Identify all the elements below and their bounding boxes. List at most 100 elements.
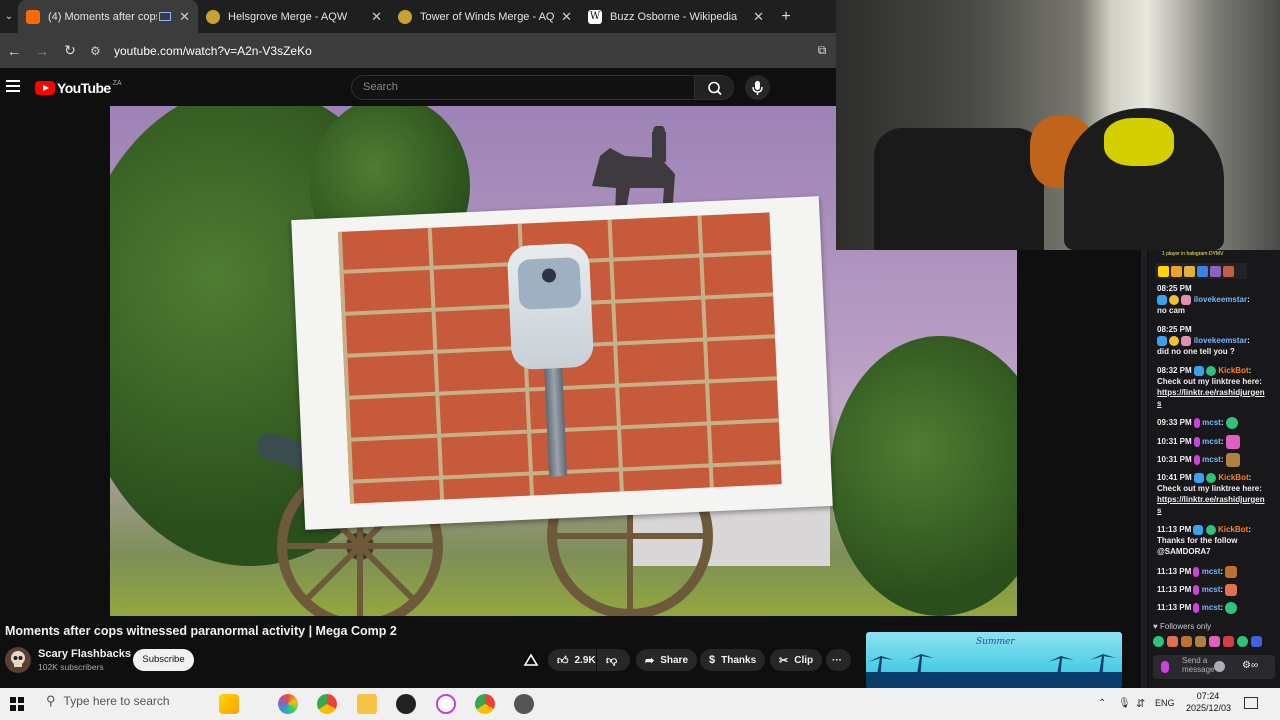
chat-username[interactable]: mcst (1202, 418, 1221, 427)
tab-wikipedia[interactable]: W Buzz Osborne - Wikipedia ✕ (580, 0, 772, 33)
badge-icon (1210, 265, 1221, 277)
search-highlight-icon[interactable] (219, 694, 239, 714)
chat-header: 1 player in halogram-DYMV (1162, 251, 1224, 257)
address-bar-row: ← → ↻ ⚙ youtube.com/watch?v=A2n-V3sZeKo … (0, 33, 836, 68)
show-hidden-icons-icon[interactable]: ⌃ (1098, 698, 1106, 709)
chat-timestamp: 10:41 PM (1157, 473, 1192, 482)
thumbs-down-icon: 👎︎ (606, 654, 618, 667)
badge-icon (1193, 455, 1200, 465)
badge-icon (1193, 365, 1204, 376)
new-tab-button[interactable]: + (772, 8, 800, 26)
scissors-icon: ✂ (779, 654, 789, 667)
clip-button[interactable]: ✂ Clip (770, 649, 823, 671)
emote-icon[interactable] (1237, 636, 1248, 647)
youtube-icon (26, 9, 40, 24)
emote-icon[interactable] (1195, 636, 1206, 647)
network-icon[interactable]: ⇵ (1136, 697, 1145, 710)
obs-icon[interactable] (396, 694, 416, 714)
subscribe-button[interactable]: Subscribe (133, 649, 194, 671)
cast-icon[interactable]: ⧉ (808, 43, 836, 58)
chat-timestamp: 11:13 PM (1157, 567, 1192, 577)
chat-username[interactable]: ilovekeemstar (1194, 295, 1247, 304)
chat-username[interactable]: mcst (1202, 585, 1221, 594)
emote-icon[interactable] (1209, 636, 1220, 647)
tab-helsgrove[interactable]: Helsgrove Merge - AQW ✕ (198, 0, 390, 33)
chat-message: 11:13 PM KickBot: Thanks for the follow … (1157, 524, 1269, 557)
chat-username[interactable]: mcst (1202, 567, 1221, 576)
emoji-picker-icon[interactable] (1214, 661, 1225, 672)
emote-icon[interactable] (1153, 636, 1164, 647)
back-arrow-icon[interactable]: ← (0, 43, 28, 59)
channel-avatar[interactable] (5, 647, 31, 673)
user-badge-icon (1161, 661, 1169, 673)
chat-timestamp: 08:25 PM (1157, 284, 1192, 293)
more-actions-button[interactable]: ··· (826, 649, 851, 671)
dislike-button[interactable]: 👎︎ (597, 649, 630, 671)
share-icon: ➦ (645, 654, 655, 667)
chat-username[interactable]: KickBot (1218, 525, 1248, 534)
webcam-chair (874, 128, 1044, 250)
language-indicator[interactable]: ENG (1155, 698, 1175, 708)
search-input[interactable]: Search (351, 75, 695, 100)
chrome-icon[interactable] (317, 694, 337, 714)
channel-name[interactable]: Scary Flashbacks (38, 648, 131, 660)
file-explorer-icon[interactable] (357, 694, 377, 714)
emote-icon[interactable] (1181, 636, 1192, 647)
badge-icon (1193, 603, 1200, 613)
close-tab-icon[interactable]: ✕ (179, 9, 190, 25)
search-button[interactable] (694, 75, 734, 100)
forward-arrow-icon[interactable]: → (28, 43, 56, 59)
tab-tower-of-winds[interactable]: Tower of Winds Merge - AQW ✕ (390, 0, 580, 33)
site-info-icon[interactable]: ⚙ (90, 44, 108, 58)
like-button[interactable]: 👍︎ 2.9K (548, 649, 596, 671)
chat-message: 10:31 PM mcst: (1157, 435, 1269, 449)
thanks-button[interactable]: $ Thanks (700, 649, 766, 671)
windows-taskbar (0, 688, 1280, 720)
emote-icon[interactable] (1223, 636, 1234, 647)
app-icon[interactable] (436, 694, 456, 714)
emote-icon[interactable] (1251, 636, 1262, 647)
chat-settings-icon[interactable]: ⚙∞ (1242, 660, 1258, 671)
windows-start-icon[interactable] (10, 697, 24, 711)
chat-username[interactable]: KickBot (1218, 473, 1248, 482)
clip-label: Clip (794, 654, 814, 666)
url-bar[interactable]: ⚙ youtube.com/watch?v=A2n-V3sZeKo (90, 38, 808, 64)
chat-message: 08:25 PM ilovekeemstar: no cam (1157, 283, 1269, 316)
microphone-icon[interactable]: 🎙︎ (1118, 698, 1131, 709)
hamburger-menu-icon[interactable] (6, 80, 20, 92)
search-icon (708, 81, 722, 96)
video-inset-photo (291, 196, 833, 530)
hype-icon[interactable] (523, 653, 539, 667)
chat-scrollbar[interactable] (1141, 250, 1147, 690)
app-icon[interactable] (514, 694, 534, 714)
tab-youtube[interactable]: (4) Moments after cops witn ✕ (18, 0, 198, 33)
chrome-profile-icon[interactable] (475, 694, 495, 714)
chat-username[interactable]: mcst (1202, 455, 1221, 464)
close-tab-icon[interactable]: ✕ (753, 9, 764, 25)
taskbar-search-input[interactable]: ⚲ Type here to search (46, 693, 170, 709)
taskbar-clock[interactable]: 07:24 2025/12/03 (1186, 690, 1231, 714)
tab-search-icon[interactable]: ⌄ (0, 11, 18, 22)
share-button[interactable]: ➦ Share (636, 649, 698, 671)
chat-link[interactable]: https://linktr.ee/rashidjurgen s (1157, 387, 1269, 409)
notifications-icon[interactable] (1244, 697, 1258, 709)
emote-icon (1225, 566, 1238, 578)
copilot-icon[interactable] (278, 694, 298, 714)
reload-icon[interactable]: ↻ (56, 42, 84, 59)
chat-username[interactable]: mcst (1202, 603, 1221, 612)
voice-search-button[interactable] (745, 75, 770, 100)
webcam-yellow-object (1104, 118, 1174, 166)
close-tab-icon[interactable]: ✕ (561, 9, 572, 25)
chat-username[interactable]: KickBot (1218, 366, 1248, 375)
chat-username[interactable]: ilovekeemstar (1194, 336, 1247, 345)
emote-icon[interactable] (1167, 636, 1178, 647)
aqw-icon (398, 9, 412, 24)
chat-message: 11:13 PM mcst: (1157, 602, 1269, 614)
youtube-logo[interactable]: YouTube ZA (35, 80, 122, 96)
close-tab-icon[interactable]: ✕ (371, 9, 382, 25)
badge-icon (1184, 265, 1195, 277)
ad-banner[interactable]: Summer (866, 632, 1122, 688)
chat-link[interactable]: https://linktr.ee/rashidjurgen s (1157, 494, 1269, 516)
chat-username[interactable]: mcst (1202, 437, 1221, 446)
chat-text: Check out my linktree here: (1157, 377, 1262, 386)
